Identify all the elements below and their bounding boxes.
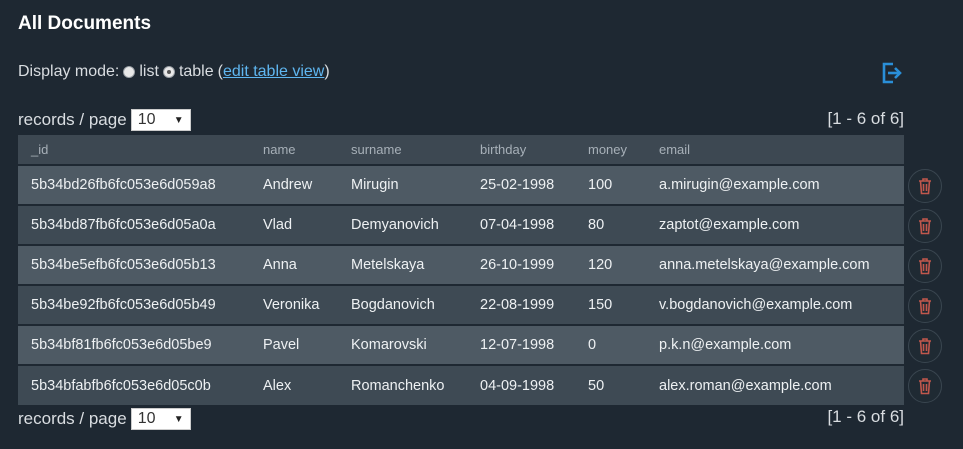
radio-table[interactable] xyxy=(162,66,175,78)
cell-surname: Mirugin xyxy=(351,177,399,193)
records-per-page-select[interactable]: 10 ▼ xyxy=(130,408,191,430)
edit-table-view-link[interactable]: edit table view xyxy=(223,63,324,81)
delete-row-button[interactable] xyxy=(908,249,942,283)
cell-birthday: 12-07-1998 xyxy=(480,337,555,353)
chevron-down-icon: ▼ xyxy=(173,114,184,126)
cell-email: v.bogdanovich@example.com xyxy=(659,297,853,313)
records-per-page-label: records / page xyxy=(18,110,127,129)
cell-email: p.k.n@example.com xyxy=(659,337,792,353)
cell-birthday: 22-08-1999 xyxy=(480,297,555,313)
cell-surname: Bogdanovich xyxy=(351,297,435,313)
page-title: All Documents xyxy=(18,13,152,34)
trash-icon xyxy=(919,298,931,315)
trash-icon xyxy=(919,338,931,355)
cell-id: 5b34be5efb6fc053e6d05b13 xyxy=(31,257,216,273)
display-mode-label: Display mode: xyxy=(18,63,120,80)
trash-icon xyxy=(919,378,931,395)
records-per-page-select[interactable]: 10 ▼ xyxy=(130,109,191,131)
records-range: [1 - 6 of 6] xyxy=(827,109,904,128)
column-header-birthday[interactable]: birthday xyxy=(467,135,575,165)
cell-birthday: 07-04-1998 xyxy=(480,217,555,233)
cell-money: 50 xyxy=(588,377,605,394)
cell-email: a.mirugin@example.com xyxy=(659,177,820,193)
delete-row-button[interactable] xyxy=(908,329,942,363)
cell-money: 150 xyxy=(588,297,613,313)
table-row[interactable]: 5b34bd87fb6fc053e6d05a0a Vlad Demyanovic… xyxy=(18,205,904,245)
cell-name: Alex xyxy=(263,377,292,394)
cell-email: anna.metelskaya@example.com xyxy=(659,257,870,273)
cell-name: Anna xyxy=(263,257,297,273)
table-row[interactable]: 5b34be92fb6fc053e6d05b49 Veronika Bogdan… xyxy=(18,285,904,325)
cell-name: Andrew xyxy=(263,177,313,193)
trash-icon xyxy=(919,258,931,275)
cell-surname: Metelskaya xyxy=(351,257,425,273)
cell-name: Pavel xyxy=(263,337,300,353)
radio-list[interactable] xyxy=(123,66,136,78)
radio-list-label[interactable]: list xyxy=(139,63,159,81)
delete-row-button[interactable] xyxy=(908,209,942,243)
pager-bottom: records / page 10 ▼ xyxy=(18,408,191,430)
delete-row-button[interactable] xyxy=(908,169,942,203)
table-row[interactable]: 5b34bfabfb6fc053e6d05c0b Alex Romanchenk… xyxy=(18,365,904,405)
trash-icon xyxy=(919,178,931,195)
cell-name: Veronika xyxy=(263,297,320,313)
column-header-surname[interactable]: surname xyxy=(338,135,467,165)
cell-money: 0 xyxy=(588,337,597,353)
cell-surname: Komarovski xyxy=(351,337,427,353)
cell-money: 80 xyxy=(588,217,605,233)
table-header-row: _id name surname birthday money email xyxy=(18,135,904,165)
cell-id: 5b34bd26fb6fc053e6d059a8 xyxy=(31,177,216,193)
cell-money: 120 xyxy=(588,257,613,273)
cell-id: 5b34bfabfb6fc053e6d05c0b xyxy=(31,377,211,394)
records-range: [1 - 6 of 6] xyxy=(827,407,904,426)
table-row[interactable]: 5b34bf81fb6fc053e6d05be9 Pavel Komarovsk… xyxy=(18,325,904,365)
cell-money: 100 xyxy=(588,177,613,193)
table-row[interactable]: 5b34be5efb6fc053e6d05b13 Anna Metelskaya… xyxy=(18,245,904,285)
cell-id: 5b34bd87fb6fc053e6d05a0a xyxy=(31,217,216,233)
column-header-email[interactable]: email xyxy=(646,135,904,165)
delete-row-button[interactable] xyxy=(908,289,942,323)
chevron-down-icon: ▼ xyxy=(173,413,184,425)
cell-email: zaptot@example.com xyxy=(659,217,800,233)
cell-email: alex.roman@example.com xyxy=(659,377,832,394)
column-header-name[interactable]: name xyxy=(250,135,338,165)
trash-icon xyxy=(919,218,931,235)
display-mode-row: Display mode: list table ( edit table vi… xyxy=(18,63,330,81)
cell-surname: Romanchenko xyxy=(351,377,445,394)
cell-birthday: 26-10-1999 xyxy=(480,257,555,273)
records-per-page-value: 10 xyxy=(137,111,156,128)
export-icon[interactable] xyxy=(880,61,904,85)
cell-id: 5b34bf81fb6fc053e6d05be9 xyxy=(31,337,212,353)
cell-birthday: 25-02-1998 xyxy=(480,177,555,193)
column-header-money[interactable]: money xyxy=(575,135,646,165)
records-per-page-value: 10 xyxy=(137,410,156,427)
cell-birthday: 04-09-1998 xyxy=(480,377,555,394)
close-paren: ) xyxy=(324,63,330,80)
column-header-id[interactable]: _id xyxy=(18,135,250,165)
delete-row-button[interactable] xyxy=(908,369,942,403)
cell-surname: Demyanovich xyxy=(351,217,439,233)
pager-top: records / page 10 ▼ xyxy=(18,109,191,131)
table-row[interactable]: 5b34bd26fb6fc053e6d059a8 Andrew Mirugin … xyxy=(18,165,904,205)
documents-table: _id name surname birthday money email 5b… xyxy=(18,135,904,405)
records-per-page-label: records / page xyxy=(18,409,127,428)
cell-name: Vlad xyxy=(263,217,293,233)
cell-id: 5b34be92fb6fc053e6d05b49 xyxy=(31,297,216,313)
radio-table-label[interactable]: table xyxy=(179,63,214,81)
